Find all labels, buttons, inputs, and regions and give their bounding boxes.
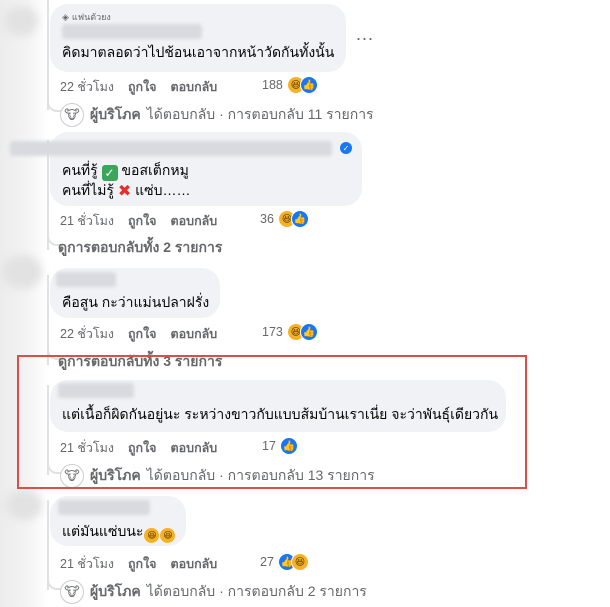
view-replies-label: ดูการตอบกลับทั้ง 2 รายการ bbox=[58, 239, 223, 255]
comment-actions: 22 ชั่วโมง ถูกใจ ตอบกลับ bbox=[60, 324, 217, 344]
laughing-emoji-icon: 😆 bbox=[144, 528, 160, 543]
blurred-avatar bbox=[4, 6, 38, 36]
comment-text-part: คนที่รู้ bbox=[62, 162, 98, 178]
reply-button[interactable]: ตอบกลับ bbox=[171, 554, 218, 574]
reaction-count: 188 bbox=[262, 78, 283, 92]
comment-time[interactable]: 22 ชั่วโมง bbox=[60, 77, 114, 97]
reaction-count: 36 bbox=[260, 212, 274, 226]
reply-button[interactable]: ตอบกลับ bbox=[171, 211, 218, 231]
like-button[interactable]: ถูกใจ bbox=[128, 324, 157, 344]
verified-badge-icon: ✓ bbox=[340, 142, 352, 154]
more-options-icon[interactable]: ... bbox=[356, 24, 374, 45]
avatar: 🐮 bbox=[60, 580, 84, 604]
comment-time[interactable]: 22 ชั่วโมง bbox=[60, 324, 114, 344]
thread-line bbox=[47, 0, 49, 110]
reply-author: ผู้บริโภค bbox=[90, 583, 141, 599]
reply-summary[interactable]: 🐮 ผู้บริโภค ได้ตอบกลับ · การตอบกลับ 11 ร… bbox=[60, 103, 374, 127]
reply-button[interactable]: ตอบกลับ bbox=[171, 77, 218, 97]
diamond-icon: ◈ bbox=[62, 11, 69, 22]
commenter-name-hidden bbox=[10, 141, 332, 156]
reaction-summary[interactable]: 27 👍 😆 bbox=[260, 553, 309, 571]
reaction-summary[interactable]: 173 😆 👍 bbox=[262, 323, 318, 341]
reply-button[interactable]: ตอบกลับ bbox=[171, 324, 218, 344]
view-replies-link[interactable]: ดูการตอบกลับทั้ง 2 รายการ bbox=[58, 237, 222, 259]
comment-text: แต่มันแซ่บนะ 😆 😆 bbox=[62, 522, 176, 543]
like-button[interactable]: ถูกใจ bbox=[128, 554, 157, 574]
reaction-summary[interactable]: 36 😆 👍 bbox=[260, 210, 309, 228]
like-icon: 👍 bbox=[290, 210, 309, 228]
laughing-emoji-icon: 😆 bbox=[160, 528, 176, 543]
reaction-count: 27 bbox=[260, 555, 274, 569]
comment-text: คือสูน กะว่าแม่นปลาฝรั่ง bbox=[62, 294, 210, 310]
cross-emoji-icon: ✖ bbox=[117, 183, 132, 200]
check-emoji-icon: ✓ bbox=[101, 165, 118, 181]
comment-text-part: ขอสเต็กหมู bbox=[121, 162, 189, 178]
comment-text-part: แซ่บ…… bbox=[135, 182, 191, 198]
like-icon: 👍 bbox=[299, 323, 318, 341]
comment-time[interactable]: 21 ชั่วโมง bbox=[60, 554, 114, 574]
reply-summary-text: ได้ตอบกลับ · การตอบกลับ 2 รายการ bbox=[146, 583, 367, 599]
commenter-name-hidden bbox=[62, 24, 202, 39]
like-button[interactable]: ถูกใจ bbox=[128, 211, 157, 231]
comment-time[interactable]: 21 ชั่วโมง bbox=[60, 211, 114, 231]
comment-actions: 22 ชั่วโมง ถูกใจ ตอบกลับ bbox=[60, 77, 217, 97]
comment-actions: 21 ชั่วโมง ถูกใจ ตอบกลับ bbox=[60, 554, 217, 574]
comment-text-part: คนที่ไม่รู้ bbox=[62, 182, 114, 198]
haha-icon: 😆 bbox=[290, 553, 309, 571]
commenter-name-hidden bbox=[56, 272, 116, 287]
like-icon: 👍 bbox=[299, 76, 318, 94]
comment-text: คิดมาตลอดว่าไปช้อนเอาจากหน้าวัดกันทั้งนั… bbox=[62, 44, 335, 60]
reaction-summary[interactable]: 188 😆 👍 bbox=[262, 76, 318, 94]
commenter-name-hidden bbox=[58, 500, 150, 515]
reply-summary[interactable]: 🐮 ผู้บริโภค ได้ตอบกลับ · การตอบกลับ 2 รา… bbox=[60, 580, 367, 604]
fan-badge-label: แฟนตัวยง bbox=[71, 12, 111, 22]
blurred-avatar bbox=[2, 255, 42, 289]
reply-summary-text: ได้ตอบกลับ · การตอบกลับ 11 รายการ bbox=[146, 106, 374, 122]
comment-text: คนที่ไม่รู้ ✖ แซ่บ…… bbox=[62, 181, 191, 201]
reply-author: ผู้บริโภค bbox=[90, 106, 141, 122]
fan-badge: ◈ แฟนตัวยง bbox=[62, 10, 111, 24]
comment-actions: 21 ชั่วโมง ถูกใจ ตอบกลับ bbox=[60, 211, 217, 231]
highlight-box bbox=[17, 355, 527, 489]
comment-text-part: แต่มันแซ่บนะ bbox=[62, 523, 144, 539]
reaction-count: 173 bbox=[262, 325, 283, 339]
avatar: 🐮 bbox=[60, 103, 84, 127]
blurred-avatar bbox=[6, 490, 42, 520]
like-button[interactable]: ถูกใจ bbox=[128, 77, 157, 97]
comment-text: คนที่รู้ ✓ ขอสเต็กหมู bbox=[62, 161, 189, 181]
